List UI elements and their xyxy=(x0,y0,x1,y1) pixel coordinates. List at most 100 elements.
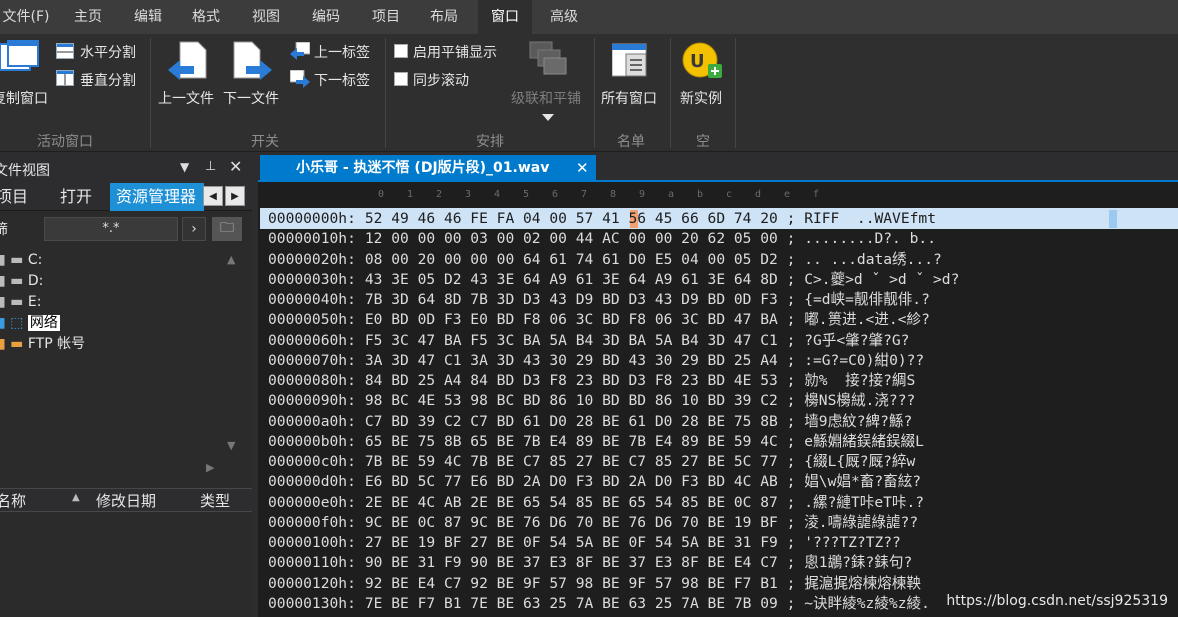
hex-text[interactable]: .縲?縺T咔eT咔.? xyxy=(804,494,924,511)
menu-file[interactable]: 文件(F) xyxy=(0,0,52,34)
tree-item-e[interactable]: ▮ ▬ E: xyxy=(0,291,41,313)
scroll-right-icon[interactable]: ▶ xyxy=(206,461,214,474)
hex-bytes[interactable]: 08 00 20 00 00 00 64 61 74 61 D0 E5 04 0… xyxy=(365,251,778,268)
hex-bytes[interactable]: 7B BE 59 4C 7B BE C7 85 27 BE C7 85 27 B… xyxy=(365,453,778,470)
hex-row[interactable]: 000000f0h: 9C BE 0C 87 9C BE 76 D6 70 BE … xyxy=(268,513,918,533)
tree-item-d[interactable]: ▮ ▬ D: xyxy=(0,270,43,292)
hex-text[interactable]: 悤1鶘?銇?銇句? xyxy=(804,554,912,571)
hex-row[interactable]: 000000a0h: C7 BD 39 C2 C7 BD 61 D0 28 BE … xyxy=(268,412,912,432)
vertical-split-button[interactable]: 垂直分割 xyxy=(80,70,136,90)
hex-row[interactable]: 00000000h: 52 49 46 46 FE FA 04 00 57 41 … xyxy=(268,209,936,229)
hex-row[interactable]: 00000080h: 84 BD 25 A4 84 BD D3 F8 23 BD … xyxy=(268,371,915,391)
panel-dropdown-icon[interactable]: ▼ xyxy=(180,160,189,174)
hex-text[interactable]: 娼\w娼*畜?畜絃? xyxy=(804,473,921,490)
tab-scroll-left-icon[interactable]: ◀ xyxy=(203,186,223,206)
close-tab-icon[interactable]: ✕ xyxy=(576,155,589,182)
hex-bytes[interactable]: 43 3E 05 D2 43 3E 64 A9 61 3E 64 A9 61 3… xyxy=(365,271,778,288)
scroll-up-icon[interactable]: ▲ xyxy=(227,253,241,267)
hex-bytes[interactable]: 98 BC 4E 53 98 BC BD 86 10 BD BD 86 10 B… xyxy=(365,392,778,409)
hex-text[interactable]: {綴L{厩?厩?綷w xyxy=(804,453,915,470)
menu-window[interactable]: 窗口 xyxy=(478,0,532,34)
hex-text[interactable]: 櫋NS櫋絨.浇??? xyxy=(804,392,915,409)
menu-view[interactable]: 视图 xyxy=(240,0,292,34)
tab-scroll-right-icon[interactable]: ▶ xyxy=(225,186,245,206)
hex-text[interactable]: ?G乎<肇?肇?G? xyxy=(804,332,909,349)
tile-display-checkbox[interactable] xyxy=(394,44,408,58)
tab-explorer[interactable]: 资源管理器 xyxy=(110,183,204,211)
hex-row[interactable]: 00000090h: 98 BC 4E 53 98 BC BD 86 10 BD … xyxy=(268,391,915,411)
menu-home[interactable]: 主页 xyxy=(62,0,114,34)
hex-row[interactable]: 00000130h: 7E BE F7 B1 7E BE 63 25 7A BE … xyxy=(268,594,930,614)
hex-text[interactable]: ........D?. b.. xyxy=(804,230,936,247)
hex-bytes[interactable]: 52 49 46 46 FE FA 04 00 57 41 56 45 66 6… xyxy=(365,210,778,227)
column-type[interactable]: 类型 xyxy=(200,490,230,511)
column-name[interactable]: 名称 xyxy=(0,490,26,511)
hex-text[interactable]: 淩.嚋綠謔綠謔?? xyxy=(804,514,918,531)
column-modified[interactable]: 修改日期 xyxy=(96,490,156,511)
hex-text[interactable]: ~诀眫綾%z綾%z綾. xyxy=(804,595,930,612)
prev-tab-button[interactable]: 上一标签 xyxy=(314,42,370,62)
hex-bytes[interactable]: 7B 3D 64 8D 7B 3D D3 43 D9 BD D3 43 D9 B… xyxy=(365,291,778,308)
close-icon[interactable]: ✕ xyxy=(229,157,242,176)
file-tab[interactable]: 小乐哥 - 执迷不悟 (DJ版片段)_01.wav ✕ xyxy=(260,155,596,182)
hex-bytes[interactable]: 84 BD 25 A4 84 BD D3 F8 23 BD D3 F8 23 B… xyxy=(365,372,778,389)
hex-bytes[interactable]: 2E BE 4C AB 2E BE 65 54 85 BE 65 54 85 B… xyxy=(365,494,778,511)
hex-bytes[interactable]: 90 BE 31 F9 90 BE 37 E3 8F BE 37 E3 8F B… xyxy=(365,554,778,571)
hex-row[interactable]: 000000c0h: 7B BE 59 4C 7B BE C7 85 27 BE … xyxy=(268,452,915,472)
folder-icon[interactable]: 🗀 xyxy=(212,217,242,241)
hex-bytes[interactable]: F5 3C 47 BA F5 3C BA 5A B4 3D BA 5A B4 3… xyxy=(365,332,778,349)
filter-input[interactable]: *.* xyxy=(44,217,178,241)
duplicate-window-button[interactable]: 复制窗口 xyxy=(0,88,48,108)
hex-row[interactable]: 00000010h: 12 00 00 00 03 00 02 00 44 AC … xyxy=(268,229,936,249)
hex-text[interactable]: RIFF ..WAVEfmt xyxy=(804,210,936,227)
hex-text[interactable]: .. ...data绣...? xyxy=(804,251,942,268)
hex-bytes[interactable]: 65 BE 75 8B 65 BE 7B E4 89 BE 7B E4 89 B… xyxy=(365,433,778,450)
chevron-down-icon[interactable] xyxy=(542,110,554,121)
hex-bytes[interactable]: C7 BD 39 C2 C7 BD 61 D0 28 BE 61 D0 28 B… xyxy=(365,413,778,430)
hex-bytes[interactable]: 9C BE 0C 87 9C BE 76 D6 70 BE 76 D6 70 B… xyxy=(365,514,778,531)
hex-row[interactable]: 00000070h: 3A 3D 47 C1 3A 3D 43 30 29 BD … xyxy=(268,351,924,371)
hex-bytes[interactable]: 7E BE F7 B1 7E BE 63 25 7A BE 63 25 7A B… xyxy=(365,595,778,612)
hex-row[interactable]: 00000100h: 27 BE 19 BF 27 BE 0F 54 5A BE … xyxy=(268,533,901,553)
pin-icon[interactable]: ⊥ xyxy=(205,159,216,174)
hex-row[interactable]: 00000110h: 90 BE 31 F9 90 BE 37 E3 8F BE … xyxy=(268,553,912,573)
hex-row[interactable]: 00000030h: 43 3E 05 D2 43 3E 64 A9 61 3E … xyxy=(268,270,959,290)
hex-row[interactable]: 000000e0h: 2E BE 4C AB 2E BE 65 54 85 BE … xyxy=(268,493,924,513)
hex-bytes[interactable]: 12 00 00 00 03 00 02 00 44 AC 00 00 20 6… xyxy=(365,230,778,247)
horizontal-split-button[interactable]: 水平分割 xyxy=(80,42,136,62)
next-tab-button[interactable]: 下一标签 xyxy=(314,70,370,90)
menu-layout[interactable]: 布局 xyxy=(418,0,470,34)
hex-row[interactable]: 00000020h: 08 00 20 00 00 00 64 61 74 61 … xyxy=(268,250,942,270)
hex-bytes[interactable]: E6 BD 5C 77 E6 BD 2A D0 F3 BD 2A D0 F3 B… xyxy=(365,473,778,490)
prev-file-button[interactable]: 上一文件 xyxy=(158,88,214,108)
hex-row[interactable]: 00000060h: F5 3C 47 BA F5 3C BA 5A B4 3D … xyxy=(268,331,909,351)
hex-row[interactable]: 00000040h: 7B 3D 64 8D 7B 3D D3 43 D9 BD … xyxy=(268,290,930,310)
menu-format[interactable]: 格式 xyxy=(180,0,232,34)
hex-row[interactable]: 000000b0h: 65 BE 75 8B 65 BE 7B E4 89 BE … xyxy=(268,432,924,452)
cascade-tile-button[interactable]: 级联和平铺 xyxy=(511,88,581,108)
hex-bytes[interactable]: 27 BE 19 BF 27 BE 0F 54 5A BE 0F 54 5A B… xyxy=(365,534,778,551)
menu-encoding[interactable]: 编码 xyxy=(300,0,352,34)
apply-filter-icon[interactable]: › xyxy=(182,217,206,241)
tree-item-network[interactable]: ▮ ⬚ 网络 xyxy=(0,312,60,334)
hex-text[interactable]: 嘟.篑进.<进.<紾? xyxy=(804,311,930,328)
hex-text[interactable]: {=d峡=靓俳靓俳.? xyxy=(804,291,930,308)
hex-text[interactable]: e鯀婣緒鋘緒鋘綴L xyxy=(804,433,924,450)
hex-text[interactable]: 墙9虑紋?綼?鯀? xyxy=(804,413,912,430)
new-instance-button[interactable]: 新实例 xyxy=(680,88,722,108)
hex-text[interactable]: '???TZ?TZ?? xyxy=(804,534,901,551)
next-file-button[interactable]: 下一文件 xyxy=(223,88,279,108)
hex-text[interactable]: :=G?=C0)紺0)?? xyxy=(804,352,924,369)
hex-text[interactable]: 捤滬捤熔楝熔楝鞅 xyxy=(804,575,921,592)
hex-bytes[interactable]: 3A 3D 47 C1 3A 3D 43 30 29 BD 43 30 29 B… xyxy=(365,352,778,369)
tab-project[interactable]: 项目 xyxy=(0,183,36,211)
hex-row[interactable]: 00000050h: E0 BD 0D F3 E0 BD F8 06 3C BD … xyxy=(268,310,930,330)
hex-row[interactable]: 000000d0h: E6 BD 5C 77 E6 BD 2A D0 F3 BD … xyxy=(268,472,921,492)
hex-bytes[interactable]: 92 BE E4 C7 92 BE 9F 57 98 BE 9F 57 98 B… xyxy=(365,575,778,592)
hex-row[interactable]: 00000120h: 92 BE E4 C7 92 BE 9F 57 98 BE … xyxy=(268,574,921,594)
scroll-down-icon[interactable]: ▼ xyxy=(227,439,241,453)
all-windows-button[interactable]: 所有窗口 xyxy=(601,88,657,108)
tree-item-c[interactable]: ▮ ▬ C: xyxy=(0,249,42,271)
hex-text[interactable]: C>.夔>d ˇ >d ˇ >d? xyxy=(804,271,959,288)
tree-item-ftp[interactable]: ▮ ▬ FTP 帐号 xyxy=(0,333,85,355)
